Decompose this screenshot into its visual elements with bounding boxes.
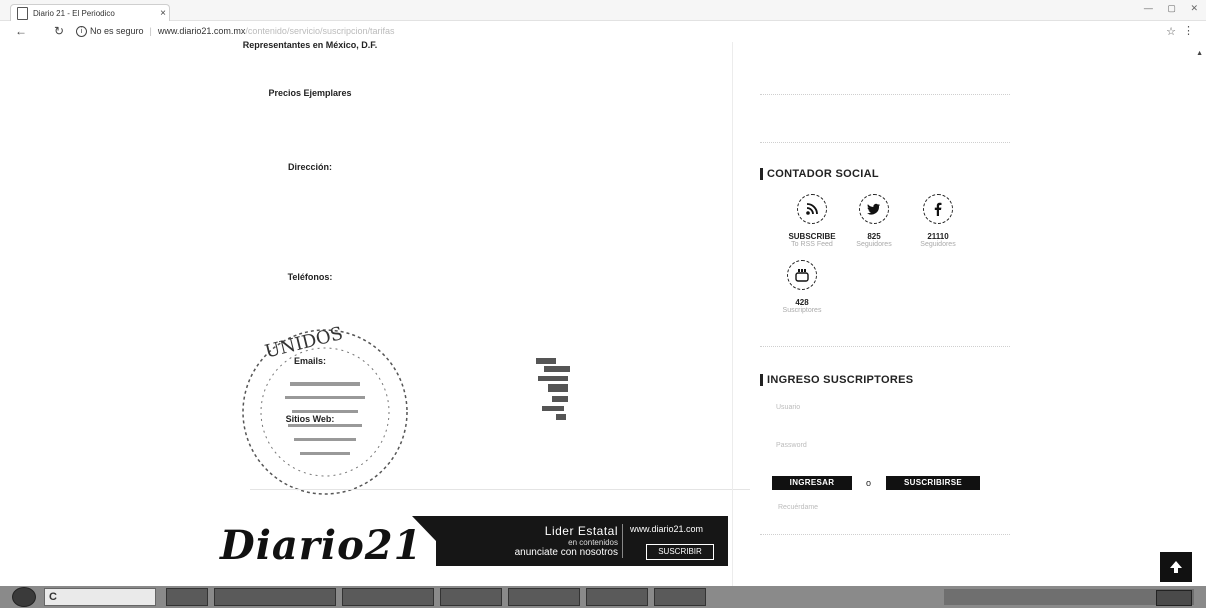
phones-heading: Teléfonos: [287, 272, 333, 282]
taskbar-search[interactable]: C [44, 588, 156, 606]
info-icon: i [76, 25, 87, 37]
phones-line [190, 282, 430, 292]
security-indicator[interactable]: i No es seguro [76, 25, 144, 37]
window-controls: — ▢ ✕ [1144, 3, 1200, 14]
os-taskbar: C [0, 586, 1206, 608]
start-button[interactable] [12, 587, 36, 607]
address-line [190, 202, 430, 212]
tab-close-icon[interactable]: × [157, 8, 169, 19]
prices-block: Precios Ejemplares [190, 88, 430, 128]
address-separator: | [149, 26, 152, 36]
banner-slogan-cta: anunciate con nosotros [514, 547, 618, 558]
social-count: 428 [795, 298, 809, 307]
tab-title: Diario 21 - El Periodico [33, 8, 115, 18]
bookmark-star-icon[interactable]: ☆ [1166, 25, 1176, 38]
contador-social-title: CONTADOR SOCIAL [760, 168, 879, 180]
facebook-icon [923, 194, 953, 224]
taskbar-app[interactable] [342, 588, 434, 606]
banner-slogan: Lider Estatal en contenidos anunciate co… [515, 524, 618, 558]
password-input[interactable]: Password [776, 442, 807, 449]
banner-slogan-title: Lider Estatal [544, 524, 618, 538]
youtube-icon [787, 260, 817, 290]
username-input[interactable]: Usuario [776, 404, 800, 411]
back-arrow-icon[interactable]: ← [12, 24, 30, 38]
notary-seal-image: UNIDOS [242, 323, 408, 495]
social-facebook[interactable]: 21110 Seguidores [898, 194, 978, 248]
prices-line [190, 98, 430, 108]
sidebar-divider [760, 142, 1010, 143]
twitter-icon [859, 194, 889, 224]
page-content: Representantes en México, D.F. Precios E… [0, 40, 1206, 586]
representatives-block: Representantes en México, D.F. [190, 40, 430, 60]
banner-site[interactable]: www.diario21.com [630, 524, 703, 534]
browser-tab[interactable]: Diario 21 - El Periodico × [10, 4, 170, 21]
column-separator [732, 42, 733, 586]
reload-icon[interactable]: ↻ [50, 24, 68, 38]
rss-icon [797, 194, 827, 224]
maximize-icon[interactable]: ▢ [1167, 3, 1178, 13]
address-line [190, 182, 430, 192]
back-to-top-button[interactable] [1160, 552, 1192, 582]
arrow-up-icon [1170, 561, 1182, 573]
sidebar-divider [760, 346, 1010, 347]
social-count: 21110 [927, 232, 949, 241]
url-host: www.diario21.com.mx [157, 26, 246, 36]
phones-line [190, 302, 430, 312]
representatives-heading: Representantes en México, D.F. [242, 40, 378, 50]
seal-text: UNIDOS [263, 323, 345, 363]
content-divider [250, 489, 750, 490]
scroll-up-arrow-icon[interactable]: ▲ [1196, 50, 1203, 57]
title-bar-icon [760, 168, 763, 180]
search-icon: C [49, 591, 57, 603]
diario21-logo: Diario21 [220, 522, 423, 569]
taskbar-app[interactable] [586, 588, 648, 606]
minimize-icon[interactable]: — [1144, 3, 1155, 13]
sidebar-divider [760, 94, 1010, 95]
taskbar-app[interactable] [508, 588, 580, 606]
browser-toolbar: ← ↻ i No es seguro | www.diario21.com.mx… [0, 21, 1206, 41]
diario21-ad-banner[interactable]: Diario21 Lider Estatal en contenidos anu… [200, 514, 728, 578]
or-separator: o [866, 478, 872, 488]
address-heading: Dirección: [287, 162, 332, 172]
not-secure-label: No es seguro [90, 26, 144, 36]
prices-line [190, 108, 430, 118]
page-favicon-icon [17, 6, 28, 20]
phones-block: Teléfonos: [190, 272, 430, 312]
banner-slogan-sub: en contenidos [568, 538, 618, 547]
remember-link[interactable]: Recuérdame [778, 504, 818, 511]
representatives-text [190, 50, 430, 60]
ingreso-suscriptores-label: INGRESO SUSCRIPTORES [767, 374, 914, 386]
taskbar-app-edge[interactable] [166, 588, 208, 606]
phones-line [190, 292, 430, 302]
address-line [190, 172, 430, 182]
signature-stamp-image [536, 358, 570, 420]
taskbar-clock[interactable] [1156, 590, 1192, 606]
subscribe-button[interactable]: SUSCRIBIRSE [886, 476, 980, 490]
contador-social-label: CONTADOR SOCIAL [767, 168, 879, 180]
title-bar-icon [760, 374, 763, 386]
prices-line [190, 118, 430, 128]
prices-heading: Precios Ejemplares [268, 88, 352, 98]
ingreso-suscriptores-title: INGRESO SUSCRIPTORES [760, 374, 913, 386]
social-sub: Seguidores [920, 241, 956, 248]
url-path: /contenido/servicio/suscripcion/tarifas [245, 26, 395, 36]
subscription-info-column: Representantes en México, D.F. Precios E… [190, 40, 750, 586]
browser-menu-icon[interactable]: ⋮ [1183, 24, 1194, 37]
banner-divider [622, 524, 623, 558]
social-sub: Suscriptores [782, 307, 822, 314]
window-close-icon[interactable]: ✕ [1190, 3, 1200, 13]
browser-tabbar: Diario 21 - El Periodico × — ▢ ✕ [0, 0, 1206, 21]
taskbar-app[interactable] [440, 588, 502, 606]
sidebar: CONTADOR SOCIAL SUBSCRIBE To RSS Feed 82… [760, 42, 1010, 586]
address-block: Dirección: [190, 162, 430, 212]
taskbar-app[interactable] [654, 588, 706, 606]
address-bar[interactable]: www.diario21.com.mx/contenido/servicio/s… [158, 26, 395, 36]
login-button[interactable]: INGRESAR [772, 476, 852, 490]
social-youtube[interactable]: 428 Suscriptores [762, 260, 842, 314]
taskbar-app-browser[interactable] [214, 588, 336, 606]
address-line [190, 192, 430, 202]
sidebar-divider [760, 534, 1010, 535]
banner-subscribe-button[interactable]: SUSCRIBIR [646, 544, 714, 560]
